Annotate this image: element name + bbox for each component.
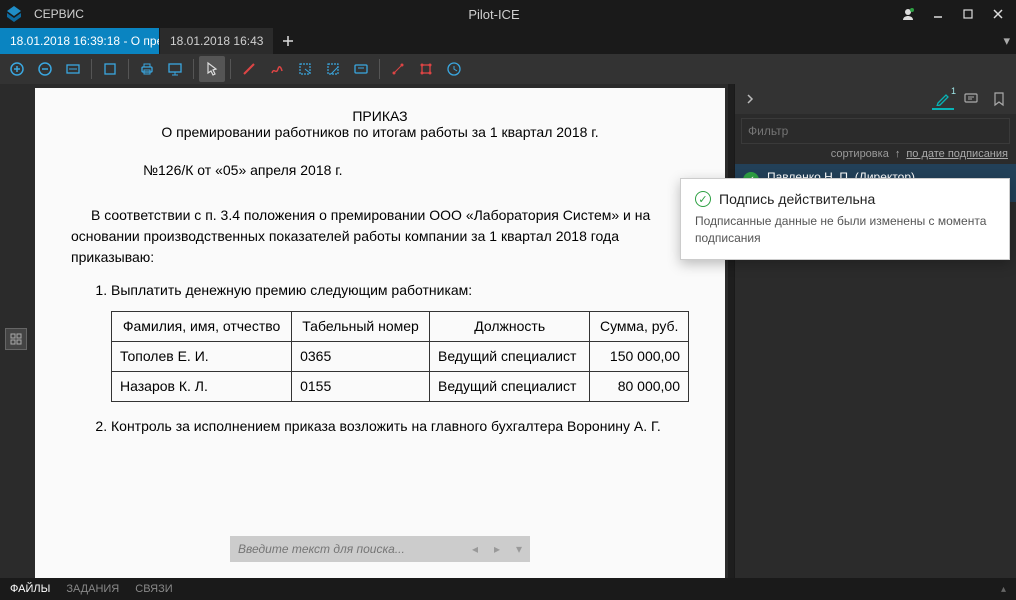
sort-row: сортировка ↑ по дате подписания [735, 146, 1016, 164]
search-options-button[interactable]: ▾ [508, 542, 530, 556]
filter-container [741, 118, 1010, 144]
bottom-tabs: ФАЙЛЫ ЗАДАНИЯ СВЯЗИ ▴ [0, 578, 1016, 600]
chevron-up-icon[interactable]: ▴ [1001, 584, 1006, 595]
thumbnail-panel-toggle[interactable] [5, 328, 27, 350]
print-button[interactable] [134, 56, 160, 82]
toolbar-separator [91, 59, 92, 79]
app-logo-icon [4, 4, 24, 24]
table-row: Тополев Е. И. 0365 Ведущий специалист 15… [112, 342, 689, 372]
search-input[interactable] [230, 542, 464, 556]
table-header: Фамилия, имя, отчество [112, 312, 292, 342]
table-cell: 0365 [292, 342, 430, 372]
main-area: ПРИКАЗ О премировании работников по итог… [0, 84, 1016, 578]
doc-number: №126/К от «05» апреля 2018 г. [143, 160, 689, 181]
employee-table: Фамилия, имя, отчество Табельный номер Д… [111, 311, 689, 402]
titlebar: СЕРВИС Pilot-ICE [0, 0, 1016, 28]
document-search-bar: ◂ ▸ ▾ [230, 536, 530, 562]
stamp-tool[interactable] [320, 56, 346, 82]
measure-line-tool[interactable] [385, 56, 411, 82]
select-area-tool[interactable] [292, 56, 318, 82]
tab-overflow-button[interactable]: ▾ [1003, 28, 1010, 54]
panel-header: 1 [735, 84, 1016, 114]
toolbar-separator [379, 59, 380, 79]
fit-page-button[interactable] [97, 56, 123, 82]
note-tool[interactable] [348, 56, 374, 82]
doc-paragraph-1: В соответствии с п. 3.4 положения о прем… [71, 205, 689, 268]
document-viewport[interactable]: ПРИКАЗ О премировании работников по итог… [32, 84, 728, 578]
table-header: Должность [429, 312, 589, 342]
close-button[interactable] [984, 3, 1012, 25]
zoom-in-button[interactable] [4, 56, 30, 82]
signatures-panel: 1 сортировка ↑ по дате подписания ✓ Павл… [734, 84, 1016, 578]
panel-collapse-button[interactable] [741, 90, 759, 108]
tooltip-body: Подписанные данные не были изменены с мо… [695, 213, 995, 247]
zoom-out-button[interactable] [32, 56, 58, 82]
doc-title: ПРИКАЗ [35, 108, 725, 124]
signatures-count-badge: 1 [951, 86, 956, 96]
bottom-tab-links[interactable]: СВЯЗИ [135, 583, 172, 595]
table-cell: 150 000,00 [590, 342, 689, 372]
table-cell: Ведущий специалист [429, 372, 589, 402]
table-row: Назаров К. Л. 0155 Ведущий специалист 80… [112, 372, 689, 402]
tooltip-title: Подпись действительна [719, 191, 875, 207]
pointer-tool[interactable] [199, 56, 225, 82]
minimize-button[interactable] [924, 3, 952, 25]
tab-document-1[interactable]: 18.01.2018 16:43 [160, 28, 274, 54]
pencil-tool[interactable] [236, 56, 262, 82]
tab-add-button[interactable] [274, 28, 302, 54]
search-prev-button[interactable]: ◂ [464, 542, 486, 556]
signatures-tab[interactable]: 1 [932, 88, 954, 110]
user-status-icon[interactable] [894, 3, 922, 25]
doc-list-item-1: Выплатить денежную премию следующим рабо… [111, 280, 689, 301]
signature-valid-tooltip: ✓ Подпись действительна Подписанные данн… [680, 178, 1010, 260]
sort-label: сортировка [831, 148, 889, 160]
table-header: Сумма, руб. [590, 312, 689, 342]
check-ok-icon: ✓ [695, 191, 711, 207]
window-title: Pilot-ICE [94, 7, 894, 22]
table-header-row: Фамилия, имя, отчество Табельный номер Д… [112, 312, 689, 342]
sort-link[interactable]: по дате подписания [906, 148, 1008, 160]
presentation-button[interactable] [162, 56, 188, 82]
doc-list-item-2: Контроль за исполнением приказа возложит… [111, 416, 689, 437]
table-cell: Назаров К. Л. [112, 372, 292, 402]
toolbar-separator [230, 59, 231, 79]
document-tabs: 18.01.2018 16:39:18 - О пре... 18.01.201… [0, 28, 1016, 54]
measure-area-tool[interactable] [413, 56, 439, 82]
toolbar-separator [128, 59, 129, 79]
bottom-tab-tasks[interactable]: ЗАДАНИЯ [66, 583, 119, 595]
freehand-tool[interactable] [264, 56, 290, 82]
search-next-button[interactable]: ▸ [486, 542, 508, 556]
tab-document-0[interactable]: 18.01.2018 16:39:18 - О пре... [0, 28, 160, 54]
maximize-button[interactable] [954, 3, 982, 25]
toolbar-separator [193, 59, 194, 79]
viewer-toolbar [0, 54, 1016, 84]
comments-tab[interactable] [960, 88, 982, 110]
left-gutter [0, 84, 32, 578]
document-page: ПРИКАЗ О премировании работников по итог… [35, 88, 725, 578]
table-cell: Тополев Е. И. [112, 342, 292, 372]
bottom-tab-files[interactable]: ФАЙЛЫ [10, 583, 50, 595]
table-cell: 0155 [292, 372, 430, 402]
doc-subtitle: О премировании работников по итогам рабо… [35, 124, 725, 140]
fit-width-button[interactable] [60, 56, 86, 82]
history-button[interactable] [441, 56, 467, 82]
table-cell: 80 000,00 [590, 372, 689, 402]
bookmarks-tab[interactable] [988, 88, 1010, 110]
filter-input[interactable] [742, 124, 1009, 138]
menu-service[interactable]: СЕРВИС [24, 7, 94, 21]
table-header: Табельный номер [292, 312, 430, 342]
table-cell: Ведущий специалист [429, 342, 589, 372]
